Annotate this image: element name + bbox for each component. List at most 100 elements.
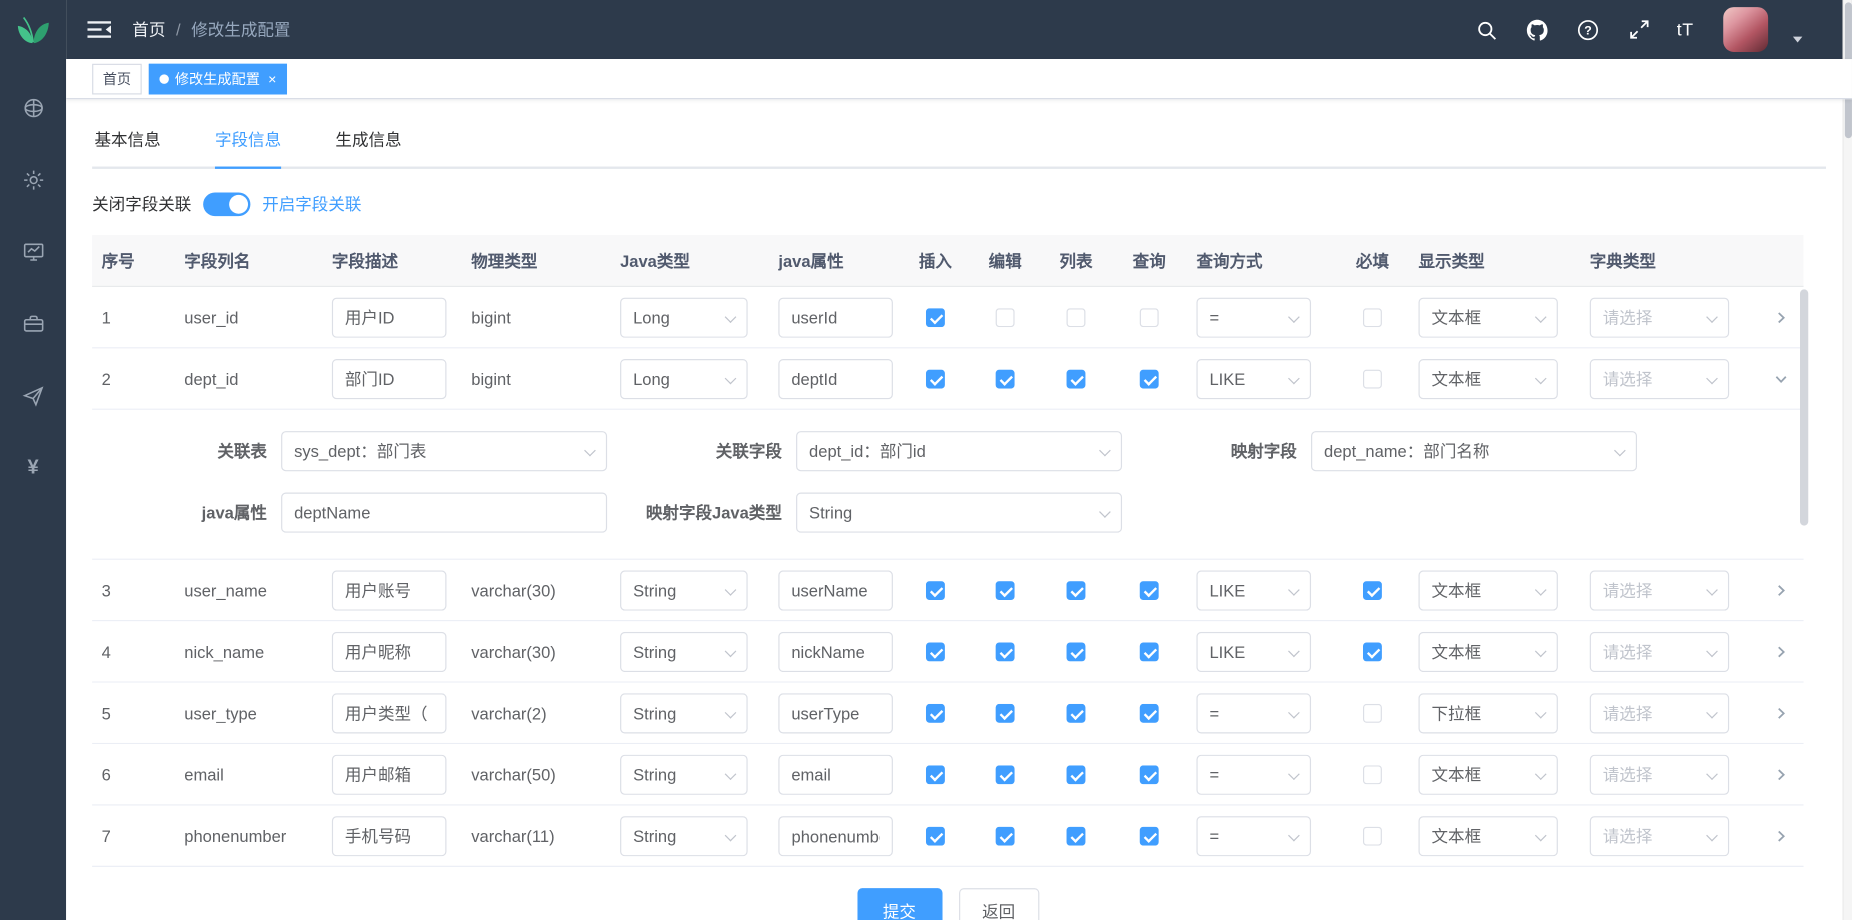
submit-button[interactable]: 提交 [857, 888, 942, 920]
dict-type-select[interactable]: 请选择 [1590, 754, 1729, 794]
insert-checkbox[interactable] [926, 581, 945, 600]
dict-type-select[interactable]: 请选择 [1590, 358, 1729, 398]
query-type-select[interactable]: = [1196, 754, 1311, 794]
query-checkbox[interactable] [1140, 581, 1159, 600]
search-button[interactable] [1474, 17, 1500, 43]
insert-checkbox[interactable] [926, 308, 945, 327]
field-description-input[interactable] [332, 358, 447, 398]
tab-basic-info[interactable]: 基本信息 [94, 113, 160, 166]
expand-row-button[interactable] [1766, 637, 1794, 665]
tab-generate-info[interactable]: 生成信息 [335, 113, 401, 166]
display-type-select[interactable]: 文本框 [1419, 631, 1558, 671]
expand-row-button[interactable] [1766, 576, 1794, 604]
expand-row-button[interactable] [1766, 821, 1794, 849]
edit-checkbox[interactable] [996, 826, 1015, 845]
table-scrollbar-thumb[interactable] [1800, 289, 1808, 525]
required-checkbox[interactable] [1363, 642, 1382, 661]
dict-type-select[interactable]: 请选择 [1590, 297, 1729, 337]
breadcrumb-home[interactable]: 首页 [132, 18, 165, 42]
required-checkbox[interactable] [1363, 826, 1382, 845]
assoc-table-select[interactable]: sys_dept：部门表 [281, 431, 607, 471]
sidebar-item-system[interactable] [20, 167, 46, 193]
list-checkbox[interactable] [1067, 703, 1086, 722]
java-field-input[interactable] [778, 297, 893, 337]
java-type-select[interactable]: String [620, 816, 748, 856]
query-checkbox[interactable] [1140, 642, 1159, 661]
list-checkbox[interactable] [1067, 765, 1086, 784]
expand-row-button[interactable] [1766, 760, 1794, 788]
required-checkbox[interactable] [1363, 581, 1382, 600]
user-avatar[interactable] [1723, 7, 1768, 52]
expand-row-button[interactable] [1766, 303, 1794, 331]
edit-checkbox[interactable] [996, 308, 1015, 327]
list-checkbox[interactable] [1067, 581, 1086, 600]
java-type-select[interactable]: Long [620, 358, 748, 398]
java-field-input[interactable] [778, 358, 893, 398]
field-description-input[interactable] [332, 754, 447, 794]
collapse-row-button[interactable] [1766, 364, 1794, 392]
assoc-field-select[interactable]: dept_id：部门id [796, 431, 1122, 471]
sidebar-item-finance[interactable]: ¥ [20, 455, 46, 481]
sidebar-item-publish[interactable] [20, 383, 46, 409]
insert-checkbox[interactable] [926, 642, 945, 661]
insert-checkbox[interactable] [926, 765, 945, 784]
edit-checkbox[interactable] [996, 642, 1015, 661]
java-field-input[interactable] [778, 570, 893, 610]
github-button[interactable] [1524, 17, 1550, 43]
back-button[interactable]: 返回 [958, 888, 1038, 920]
java-field-input[interactable] [778, 693, 893, 733]
query-checkbox[interactable] [1140, 308, 1159, 327]
list-checkbox[interactable] [1067, 308, 1086, 327]
java-attribute-input[interactable] [281, 493, 607, 533]
display-type-select[interactable]: 文本框 [1419, 358, 1558, 398]
query-checkbox[interactable] [1140, 703, 1159, 722]
insert-checkbox[interactable] [926, 703, 945, 722]
query-checkbox[interactable] [1140, 765, 1159, 784]
required-checkbox[interactable] [1363, 765, 1382, 784]
font-size-button[interactable]: tT [1677, 19, 1694, 39]
display-type-select[interactable]: 文本框 [1419, 816, 1558, 856]
java-type-select[interactable]: String [620, 570, 748, 610]
query-type-select[interactable]: = [1196, 816, 1311, 856]
query-type-select[interactable]: LIKE [1196, 570, 1311, 610]
insert-checkbox[interactable] [926, 369, 945, 388]
field-description-input[interactable] [332, 631, 447, 671]
help-button[interactable]: ? [1575, 17, 1601, 43]
expand-row-button[interactable] [1766, 699, 1794, 727]
dict-type-select[interactable]: 请选择 [1590, 693, 1729, 733]
sidebar-toggle-button[interactable] [85, 17, 113, 43]
field-description-input[interactable] [332, 816, 447, 856]
display-type-select[interactable]: 下拉框 [1419, 693, 1558, 733]
java-field-input[interactable] [778, 631, 893, 671]
edit-checkbox[interactable] [996, 369, 1015, 388]
dict-type-select[interactable]: 请选择 [1590, 816, 1729, 856]
java-type-select[interactable]: String [620, 754, 748, 794]
association-switch[interactable] [203, 193, 250, 217]
edit-checkbox[interactable] [996, 703, 1015, 722]
edit-checkbox[interactable] [996, 765, 1015, 784]
mapping-field-select[interactable]: dept_name：部门名称 [1311, 431, 1637, 471]
mapping-java-type-select[interactable]: String [796, 493, 1122, 533]
query-type-select[interactable]: LIKE [1196, 358, 1311, 398]
list-checkbox[interactable] [1067, 642, 1086, 661]
dict-type-select[interactable]: 请选择 [1590, 631, 1729, 671]
dict-type-select[interactable]: 请选择 [1590, 570, 1729, 610]
query-type-select[interactable]: LIKE [1196, 631, 1311, 671]
java-type-select[interactable]: String [620, 693, 748, 733]
field-description-input[interactable] [332, 297, 447, 337]
java-type-select[interactable]: String [620, 631, 748, 671]
edit-checkbox[interactable] [996, 581, 1015, 600]
fullscreen-button[interactable] [1626, 17, 1652, 43]
required-checkbox[interactable] [1363, 308, 1382, 327]
query-type-select[interactable]: = [1196, 297, 1311, 337]
tag-current[interactable]: 修改生成配置 × [149, 63, 287, 94]
list-checkbox[interactable] [1067, 369, 1086, 388]
java-type-select[interactable]: Long [620, 297, 748, 337]
insert-checkbox[interactable] [926, 826, 945, 845]
sidebar-item-monitor[interactable] [20, 239, 46, 265]
required-checkbox[interactable] [1363, 703, 1382, 722]
tab-field-info[interactable]: 字段信息 [215, 113, 281, 166]
avatar-caret-icon[interactable] [1793, 36, 1802, 42]
sidebar-item-dashboard[interactable] [20, 94, 46, 120]
page-scrollbar[interactable] [1843, 0, 1852, 920]
